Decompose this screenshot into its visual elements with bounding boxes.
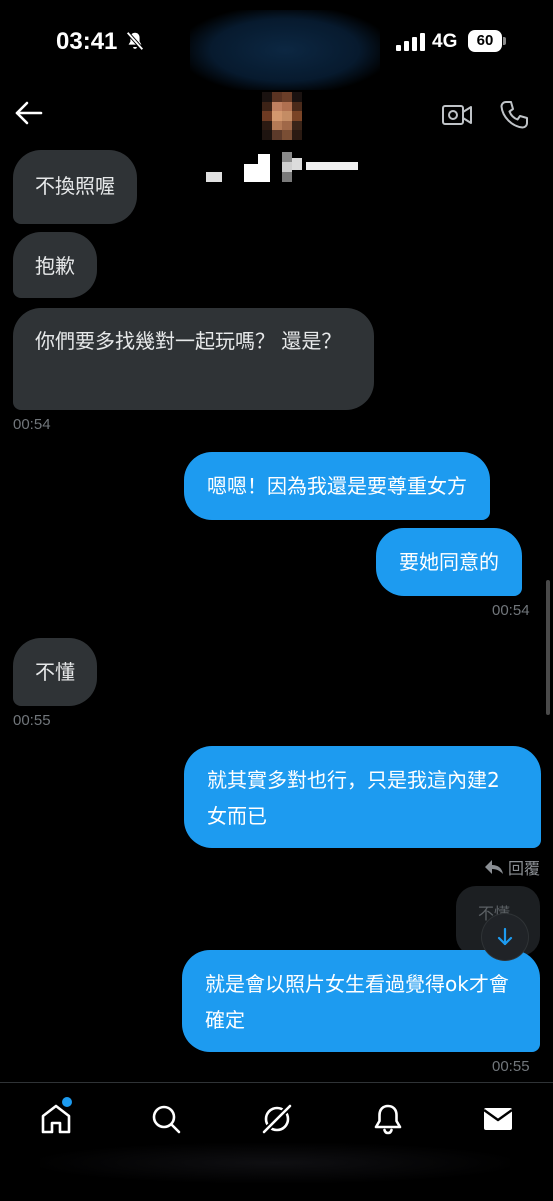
message-bubble-sent[interactable]: 就其實多對也行，只是我這內建2女而已 bbox=[184, 746, 541, 848]
search-icon bbox=[152, 1105, 181, 1134]
nav-home[interactable] bbox=[38, 1097, 74, 1137]
back-arrow-icon[interactable] bbox=[12, 96, 46, 130]
grok-icon bbox=[262, 1104, 292, 1134]
message-timestamp: 00:54 bbox=[492, 602, 530, 619]
scrollbar[interactable] bbox=[546, 580, 550, 715]
avatar[interactable] bbox=[262, 92, 302, 140]
home-indicator-area bbox=[40, 1143, 510, 1183]
notification-dot bbox=[62, 1097, 72, 1107]
video-call-icon[interactable] bbox=[440, 98, 474, 132]
message-timestamp: 00:54 bbox=[13, 416, 51, 433]
status-bar: 03:41 4G 60 bbox=[0, 0, 553, 90]
battery-icon: 60 bbox=[468, 30, 502, 52]
message-timestamp: 00:55 bbox=[492, 1058, 530, 1075]
reply-button[interactable]: 回覆 bbox=[484, 856, 540, 878]
mail-icon bbox=[483, 1108, 513, 1130]
arrow-down-icon bbox=[497, 927, 513, 946]
battery-tip bbox=[503, 37, 506, 45]
message-bubble-sent[interactable]: 嗯嗯！因為我還是要尊重女方 bbox=[184, 452, 490, 520]
message-bubble-received[interactable]: 不懂 bbox=[13, 638, 97, 706]
nav-search[interactable] bbox=[148, 1101, 184, 1137]
signal-icon bbox=[396, 33, 425, 51]
reply-arrow-icon bbox=[485, 860, 503, 874]
bell-slash-icon bbox=[126, 31, 144, 51]
message-bubble-sent[interactable]: 要她同意的 bbox=[376, 528, 522, 596]
message-bubble-received[interactable]: 你們要多找幾對一起玩嗎？ 還是？ bbox=[13, 308, 374, 410]
chat-header bbox=[0, 86, 553, 186]
phone-icon[interactable] bbox=[497, 98, 531, 132]
message-bubble-sent[interactable]: 就是會以照片女生看過覺得ok才會確定 bbox=[182, 950, 540, 1052]
status-time: 03:41 bbox=[56, 28, 118, 55]
scroll-to-bottom-button[interactable] bbox=[482, 914, 528, 960]
network-label: 4G bbox=[432, 31, 458, 52]
message-bubble-received[interactable]: 抱歉 bbox=[13, 232, 97, 298]
bell-icon bbox=[374, 1104, 402, 1135]
reply-label: 回覆 bbox=[508, 859, 541, 878]
nav-notifications[interactable] bbox=[370, 1101, 406, 1137]
redacted-blur bbox=[190, 10, 380, 90]
message-timestamp: 00:55 bbox=[13, 712, 51, 729]
nav-grok[interactable] bbox=[259, 1101, 295, 1137]
bottom-nav bbox=[0, 1082, 553, 1201]
contact-name-redacted bbox=[206, 152, 358, 182]
nav-messages[interactable] bbox=[480, 1101, 516, 1137]
